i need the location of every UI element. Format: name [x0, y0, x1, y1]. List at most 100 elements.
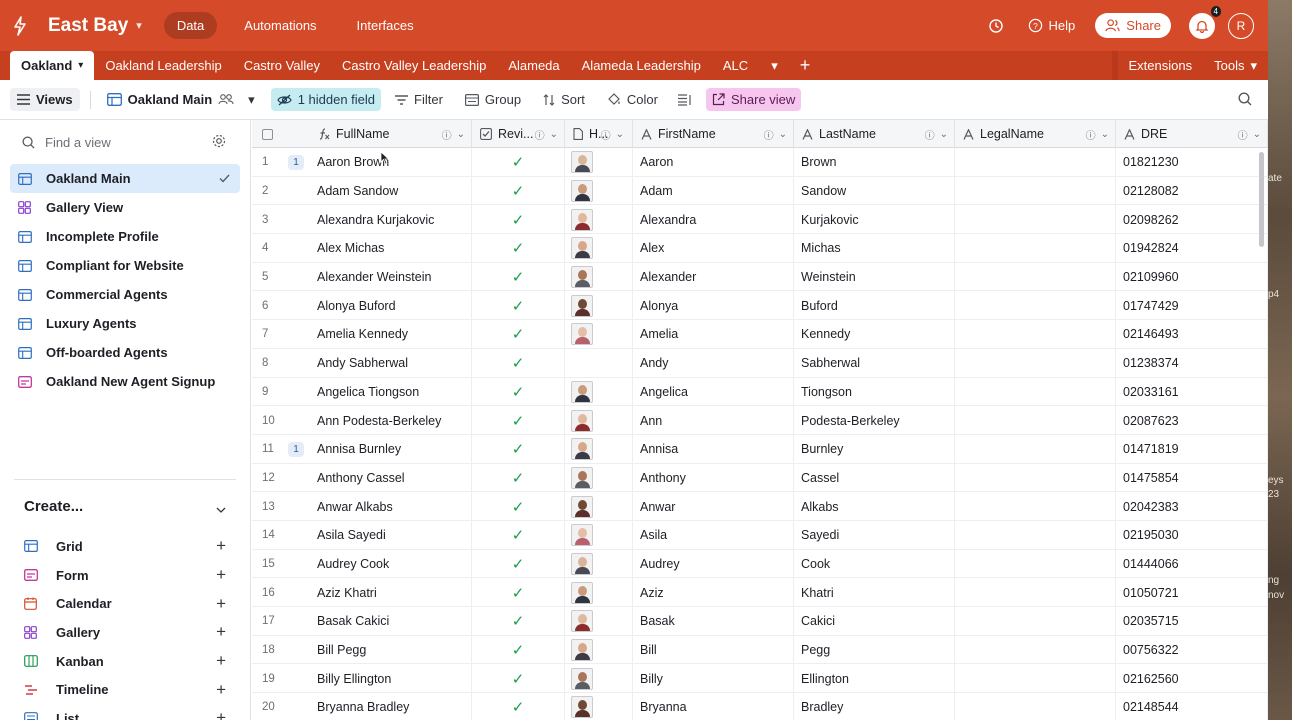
info-icon[interactable]: ⓘ [764, 127, 774, 142]
cell-headshot[interactable] [565, 463, 633, 493]
column-header-firstname[interactable]: FirstName ⓘ ⌄ [633, 120, 794, 148]
column-header-headshot[interactable]: H... ⓘ ⌄ [565, 120, 633, 148]
cell-headshot[interactable] [565, 693, 633, 720]
cell-headshot[interactable] [565, 205, 633, 235]
cell-firstname[interactable]: Annisa [633, 434, 794, 464]
cell-dre[interactable]: 01471819 [1116, 434, 1268, 464]
cell-firstname[interactable]: Aziz [633, 578, 794, 607]
column-header-reviewed[interactable]: Revi... ⓘ ⌄ [472, 120, 565, 148]
cell-headshot[interactable] [565, 291, 633, 321]
cell-dre[interactable]: 02042383 [1116, 492, 1268, 521]
home-logo-icon[interactable] [0, 15, 40, 36]
chevron-down-icon[interactable]: ⌄ [1101, 129, 1109, 140]
cell-legalname[interactable] [955, 578, 1116, 607]
comment-count-badge[interactable]: 1 [288, 441, 304, 457]
cell-lastname[interactable]: Ellington [794, 664, 955, 694]
headshot-thumbnail[interactable] [571, 466, 593, 489]
cell-dre[interactable]: 02033161 [1116, 377, 1268, 407]
chevron-down-icon[interactable]: ⌄ [457, 129, 465, 140]
table-row[interactable]: 7 Amelia Kennedy ✓ Amelia Kennedy 02146493 [252, 320, 1268, 349]
cell-headshot[interactable] [565, 664, 633, 694]
cell-reviewed[interactable]: ✓ [472, 635, 565, 665]
cell-dre[interactable]: 01747429 [1116, 291, 1268, 321]
cell-legalname[interactable] [955, 693, 1116, 720]
cell-lastname[interactable]: Bradley [794, 693, 955, 720]
cell-legalname[interactable] [955, 148, 1116, 177]
headshot-thumbnail[interactable] [571, 552, 593, 575]
cell-firstname[interactable]: Alonya [633, 291, 794, 321]
cell-reviewed[interactable]: ✓ [472, 148, 565, 177]
cell-fullname[interactable]: Anwar Alkabs [310, 492, 472, 521]
cell-dre[interactable]: 02098262 [1116, 205, 1268, 235]
cell-reviewed[interactable]: ✓ [472, 693, 565, 720]
color-button[interactable]: Color [601, 88, 664, 111]
table-row[interactable]: 18 Bill Pegg ✓ Bill Pegg 00756322 [252, 635, 1268, 665]
cell-headshot[interactable] [565, 348, 633, 378]
table-row[interactable]: 16 Aziz Khatri ✓ Aziz Khatri 01050721 [252, 578, 1268, 607]
notifications-button[interactable]: 4 [1189, 5, 1221, 39]
sidebar-view-item[interactable]: Oakland Main [10, 164, 240, 193]
cell-firstname[interactable]: Bill [633, 635, 794, 665]
user-avatar[interactable]: R [1228, 12, 1254, 39]
cell-reviewed[interactable]: ✓ [472, 377, 565, 407]
cell-fullname[interactable]: Audrey Cook [310, 549, 472, 579]
table-row[interactable]: 8 Andy Sabherwal ✓ Andy Sabherwal 01238374 [252, 348, 1268, 378]
cell-lastname[interactable]: Podesta-Berkeley [794, 406, 955, 435]
headshot-thumbnail[interactable] [571, 266, 593, 289]
cell-lastname[interactable]: Brown [794, 148, 955, 177]
table-row[interactable]: 3 Alexandra Kurjakovic ✓ Alexandra Kurjakovi… [252, 205, 1268, 235]
column-header-dre[interactable]: DRE ⓘ ⌄ [1116, 120, 1268, 148]
cell-fullname[interactable]: Anthony Cassel [310, 463, 472, 493]
table-row[interactable]: 2 Adam Sandow ✓ Adam Sandow 02128082 [252, 176, 1268, 206]
create-header[interactable]: Create... [14, 480, 236, 532]
cell-firstname[interactable]: Anthony [633, 463, 794, 493]
sort-button[interactable]: Sort [537, 88, 591, 111]
cell-firstname[interactable]: Audrey [633, 549, 794, 579]
sidebar-view-item[interactable]: Compliant for Website [10, 251, 240, 280]
table-row[interactable]: 9 Angelica Tiongson ✓ Angelica Tiongson 02033… [252, 377, 1268, 407]
cell-headshot[interactable] [565, 578, 633, 607]
cell-dre[interactable]: 01238374 [1116, 348, 1268, 378]
tools-button[interactable]: Tools ▾ [1203, 51, 1268, 80]
chevron-down-icon[interactable]: ⌄ [550, 129, 558, 140]
cell-legalname[interactable] [955, 262, 1116, 292]
headshot-thumbnail[interactable] [571, 294, 593, 317]
cell-reviewed[interactable]: ✓ [472, 291, 565, 321]
cell-reviewed[interactable]: ✓ [472, 434, 565, 464]
cell-lastname[interactable]: Buford [794, 291, 955, 321]
cell-reviewed[interactable]: ✓ [472, 578, 565, 607]
cell-legalname[interactable] [955, 176, 1116, 206]
cell-headshot[interactable] [565, 492, 633, 521]
cell-legalname[interactable] [955, 291, 1116, 321]
help-button[interactable]: ? Help [1028, 18, 1075, 33]
cell-fullname[interactable]: Alexandra Kurjakovic [310, 205, 472, 235]
history-icon[interactable] [986, 16, 1006, 36]
cell-firstname[interactable]: Alexander [633, 262, 794, 292]
cell-headshot[interactable] [565, 549, 633, 579]
add-table-plus-icon[interactable]: + [790, 51, 821, 80]
cell-dre[interactable]: 01475854 [1116, 463, 1268, 493]
cell-fullname[interactable]: Angelica Tiongson [310, 377, 472, 407]
comment-count-badge[interactable]: 1 [288, 155, 304, 170]
table-row[interactable]: 15 Audrey Cook ✓ Audrey Cook 01444066 [252, 549, 1268, 579]
cell-firstname[interactable]: Adam [633, 176, 794, 206]
cell-reviewed[interactable]: ✓ [472, 549, 565, 579]
nav-tab-automations[interactable]: Automations [231, 12, 329, 39]
table-tab[interactable]: Castro Valley Leadership [331, 51, 497, 80]
create-view-gallery[interactable]: Gallery + [14, 618, 236, 647]
group-button[interactable]: Group [459, 88, 527, 111]
headshot-thumbnail[interactable] [571, 237, 593, 260]
current-view-button[interactable]: Oakland Main ▾ [101, 88, 261, 112]
cell-legalname[interactable] [955, 492, 1116, 521]
info-icon[interactable]: ⓘ [601, 127, 611, 142]
headshot-thumbnail[interactable] [571, 323, 593, 346]
table-row[interactable]: 13 Anwar Alkabs ✓ Anwar Alkabs 02042383 [252, 492, 1268, 521]
sidebar-view-item[interactable]: Incomplete Profile [10, 222, 240, 251]
cell-dre[interactable]: 00756322 [1116, 635, 1268, 665]
cell-legalname[interactable] [955, 234, 1116, 263]
cell-firstname[interactable]: Bryanna [633, 693, 794, 720]
column-header-legalname[interactable]: LegalName ⓘ ⌄ [955, 120, 1116, 148]
share-button[interactable]: Share [1095, 13, 1171, 38]
cell-headshot[interactable] [565, 377, 633, 407]
table-row[interactable]: 17 Basak Cakici ✓ Basak Cakici 02035715 [252, 607, 1268, 636]
